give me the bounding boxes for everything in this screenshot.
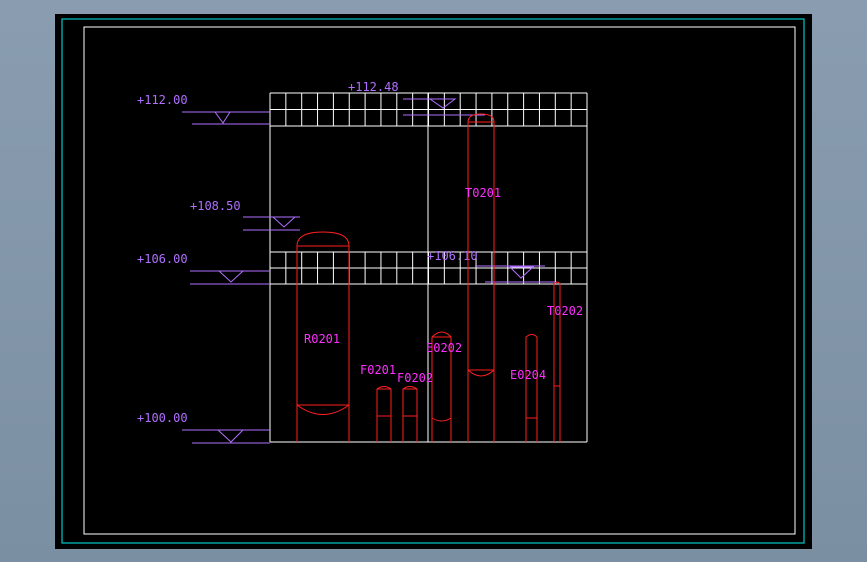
drawing-sheet: +112.00 +112.48 +108.50 +106.00 +106.10 … [55, 14, 812, 549]
equipment-tag: E0202 [426, 341, 462, 355]
equipment-tag: T0201 [465, 186, 501, 200]
top-platform-grating [269, 92, 587, 127]
elevation-markers [182, 98, 555, 444]
equipment-tag: F0202 [397, 371, 433, 385]
elevation-label: +112.48 [348, 80, 399, 94]
elevation-label: +106.10 [427, 249, 478, 263]
steel-structure [269, 92, 588, 443]
equipment-tag: T0202 [547, 304, 583, 318]
elevation-label: +108.50 [190, 199, 241, 213]
equipment-tag: F0201 [360, 363, 396, 377]
cad-drawing: +112.00 +112.48 +108.50 +106.00 +106.10 … [61, 18, 805, 544]
elevation-label: +112.00 [137, 93, 188, 107]
equipment-tag: E0204 [510, 368, 546, 382]
elevation-label: +100.00 [137, 411, 188, 425]
elevation-label: +106.00 [137, 252, 188, 266]
equipment-tag: R0201 [304, 332, 340, 346]
inner-border [83, 26, 796, 535]
